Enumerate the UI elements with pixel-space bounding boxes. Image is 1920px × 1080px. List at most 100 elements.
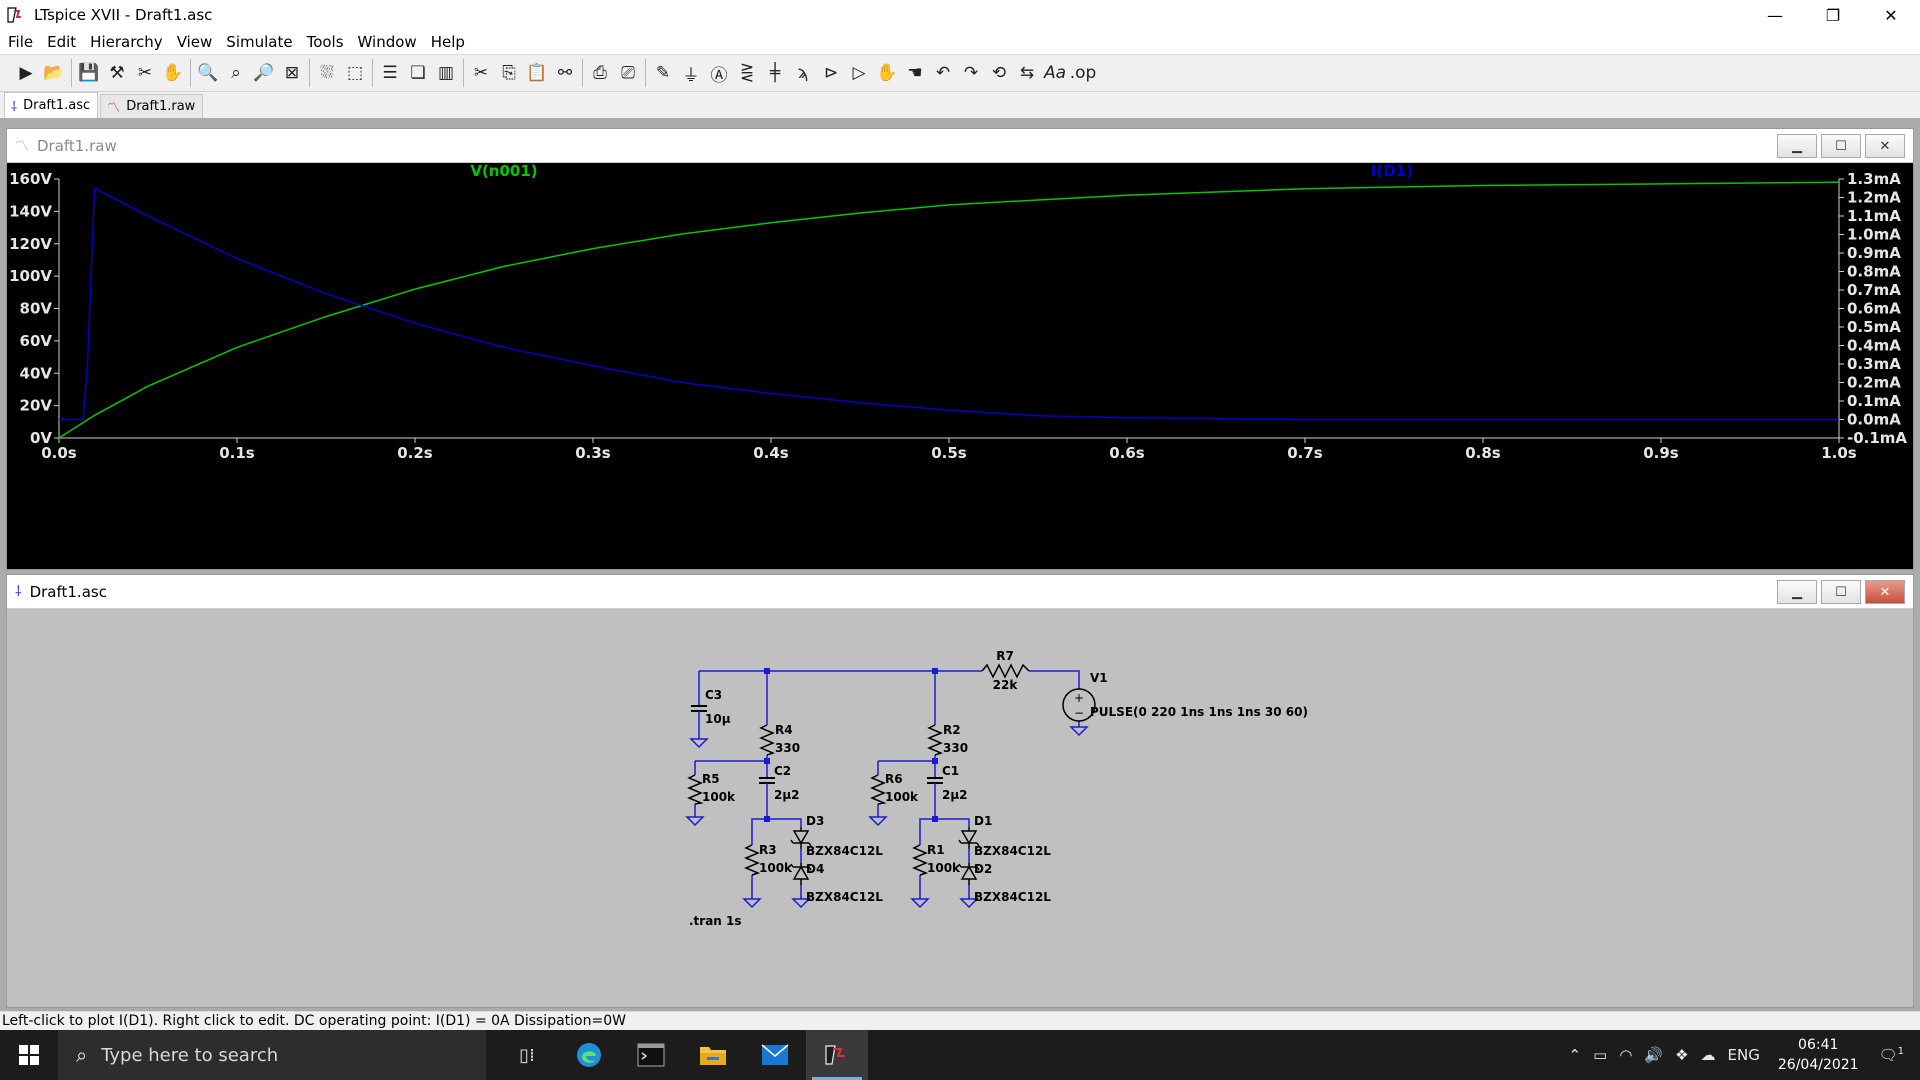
tile-horizontal-icon[interactable]: ☰ — [376, 58, 404, 88]
mirror-icon[interactable]: ⇆ — [1013, 58, 1041, 88]
r6-value[interactable]: 100k — [885, 790, 919, 804]
r5-value[interactable]: 100k — [702, 790, 736, 804]
zoom-pan-icon[interactable]: ⌕ — [222, 58, 250, 88]
capacitor-c1-symbol[interactable] — [927, 777, 943, 791]
resistor-r5-symbol[interactable] — [687, 774, 704, 805]
resistor-r4-symbol[interactable] — [759, 724, 776, 756]
menu-file[interactable]: File — [0, 33, 40, 51]
resistor-r3-symbol[interactable] — [744, 844, 761, 876]
dropbox-icon[interactable]: ❖ — [1675, 1046, 1688, 1064]
trace-label-v-n001[interactable]: V(n001) — [470, 162, 537, 180]
capacitor-icon[interactable]: ╪ — [761, 58, 789, 88]
tran-directive[interactable]: .tran 1s — [689, 914, 742, 928]
d3-name[interactable]: D3 — [806, 814, 824, 828]
r3-name[interactable]: R3 — [759, 843, 777, 857]
find-icon[interactable]: ⚯ — [551, 58, 579, 88]
redo-icon[interactable]: ↷ — [957, 58, 985, 88]
text-icon[interactable]: Aa — [1041, 58, 1069, 88]
wire[interactable] — [919, 818, 935, 845]
schematic-canvas[interactable]: + − R7 22k V1 PULSE(0 220 1ns 1ns 1ns 30… — [7, 609, 1913, 1007]
cut-icon[interactable]: ✂ — [467, 58, 495, 88]
v1-name[interactable]: V1 — [1090, 671, 1108, 685]
wire-icon[interactable]: ✎ — [649, 58, 677, 88]
c2-name[interactable]: C2 — [774, 764, 791, 778]
copy-icon[interactable]: ⎘ — [495, 58, 523, 88]
resistor-icon[interactable]: ⋛ — [733, 58, 761, 88]
save-icon[interactable]: 💾 — [75, 58, 103, 88]
pan-icon[interactable]: ✋ — [159, 58, 187, 88]
control-panel-icon[interactable]: ⚒ — [103, 58, 131, 88]
waveform-plot-area[interactable]: V(n001) I(D1) 0.0s 0.1s 0.2s 0.3s 0.4s 0.5s 0.… — [7, 162, 1913, 569]
r2-value[interactable]: 330 — [943, 741, 968, 755]
minimize-button[interactable]: — — [1746, 0, 1804, 30]
move-icon[interactable]: ✋ — [873, 58, 901, 88]
label-icon[interactable]: Ⓐ — [705, 58, 733, 88]
schematic-minimize-button[interactable]: ▁ — [1777, 580, 1817, 604]
c3-value[interactable]: 10µ — [705, 712, 731, 726]
notifications-icon[interactable]: 🗨1 — [1879, 1046, 1904, 1064]
component-icon[interactable]: ▷ — [845, 58, 873, 88]
d4-value[interactable]: BZX84C12L — [806, 890, 883, 904]
language-indicator[interactable]: ENG — [1728, 1046, 1760, 1064]
start-button[interactable] — [0, 1030, 58, 1080]
schematic-drawing[interactable]: + − R7 22k V1 PULSE(0 220 1ns 1ns 1ns 30… — [7, 609, 1913, 1007]
r1-name[interactable]: R1 — [927, 843, 945, 857]
c1-value[interactable]: 2µ2 — [942, 788, 968, 802]
halt-icon[interactable]: ✂ — [131, 58, 159, 88]
zoom-in-icon[interactable]: 🔍 — [194, 58, 222, 88]
r5-name[interactable]: R5 — [702, 772, 720, 786]
print-icon[interactable]: ⎙ — [586, 58, 614, 88]
c3-name[interactable]: C3 — [705, 688, 722, 702]
menu-simulate[interactable]: Simulate — [219, 33, 299, 51]
print-preview-icon[interactable]: ⎚ — [614, 58, 642, 88]
schematic-close-button[interactable]: ✕ — [1865, 580, 1905, 604]
waveform-plot[interactable]: V(n001) I(D1) 0.0s 0.1s 0.2s 0.3s 0.4s 0.5s 0.… — [7, 162, 1913, 569]
zoom-out-icon[interactable]: 🔎 — [250, 58, 278, 88]
battery-icon[interactable]: ▭ — [1593, 1046, 1607, 1064]
tab-draft1-asc[interactable]: ⸸ Draft1.asc — [4, 92, 99, 118]
r6-name[interactable]: R6 — [885, 772, 903, 786]
trace-v-n001[interactable] — [58, 181, 1840, 439]
r1-value[interactable]: 100k — [927, 861, 961, 875]
d3-value[interactable]: BZX84C12L — [806, 844, 883, 858]
clock[interactable]: 06:41 26/04/2021 — [1778, 1035, 1859, 1075]
wire[interactable] — [1029, 670, 1080, 689]
cloud-icon[interactable]: ☁ — [1701, 1046, 1716, 1064]
tab-draft1-raw[interactable]: 〽 Draft1.raw — [100, 94, 204, 118]
ltspice-icon[interactable] — [806, 1030, 868, 1080]
inductor-icon[interactable]: ϡ — [789, 58, 817, 88]
terminal-icon[interactable] — [620, 1030, 682, 1080]
file-explorer-icon[interactable] — [682, 1030, 744, 1080]
wifi-icon[interactable]: ◠ — [1619, 1046, 1632, 1064]
r7-name[interactable]: R7 — [996, 649, 1014, 663]
paste-icon[interactable]: 📋 — [523, 58, 551, 88]
resistor-r2-symbol[interactable] — [927, 724, 944, 756]
r3-value[interactable]: 100k — [759, 861, 793, 875]
open-icon[interactable]: 📂 — [40, 58, 68, 88]
chevron-up-icon[interactable]: ⌃ — [1569, 1046, 1582, 1064]
undo-icon[interactable]: ↶ — [929, 58, 957, 88]
c2-value[interactable]: 2µ2 — [774, 788, 800, 802]
resistor-r6-symbol[interactable] — [870, 774, 887, 805]
v1-value[interactable]: PULSE(0 220 1ns 1ns 1ns 30 60) — [1090, 705, 1308, 719]
resistor-r1-symbol[interactable] — [912, 844, 929, 876]
spice-directive-icon[interactable]: .op — [1069, 58, 1097, 88]
r4-name[interactable]: R4 — [775, 723, 793, 737]
zoom-fit-icon[interactable]: ⊠ — [278, 58, 306, 88]
rotate-icon[interactable]: ⟲ — [985, 58, 1013, 88]
drag-icon[interactable]: ☚ — [901, 58, 929, 88]
tile-vertical-icon[interactable]: ▥ — [432, 58, 460, 88]
taskbar-search-box[interactable]: ⌕ Type here to search — [58, 1030, 486, 1080]
trace-i-d1[interactable] — [59, 187, 1839, 421]
restore-button[interactable]: ❐ — [1804, 0, 1862, 30]
run-icon[interactable]: ▶ — [12, 58, 40, 88]
menu-help[interactable]: Help — [424, 33, 472, 51]
delete-plot-icon[interactable]: ⬚ — [341, 58, 369, 88]
trace-label-i-d1[interactable]: I(D1) — [1371, 162, 1413, 180]
capacitor-c2-symbol[interactable] — [759, 777, 775, 791]
waveform-maximize-button[interactable]: ☐ — [1821, 134, 1861, 158]
resistor-r7-symbol[interactable] — [981, 663, 1030, 679]
volume-icon[interactable]: 🔊 — [1644, 1046, 1663, 1064]
waveform-minimize-button[interactable]: ▁ — [1777, 134, 1817, 158]
schematic-maximize-button[interactable]: ☐ — [1821, 580, 1861, 604]
